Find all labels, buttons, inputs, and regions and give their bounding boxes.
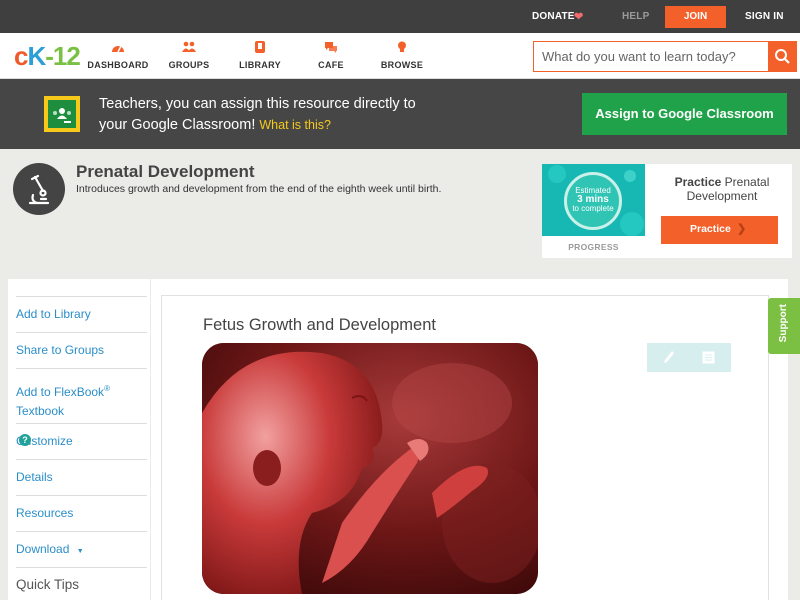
search-box [533, 41, 797, 72]
notes-icon[interactable] [702, 351, 715, 364]
estimate-suffix: to complete [572, 204, 614, 213]
heart-icon: ❤ [574, 11, 584, 23]
menu-label: Customize? [16, 434, 73, 448]
support-tab[interactable]: Support [768, 298, 800, 354]
practice-thumbnail: Estimated 3 mins to complete [542, 164, 645, 236]
download-link[interactable]: Download ▼ [16, 531, 147, 567]
nav-groups[interactable]: GROUPS [157, 41, 221, 70]
what-is-this-link[interactable]: What is this? [259, 118, 331, 132]
nav-cafe[interactable]: CAFE [299, 41, 363, 70]
help-link[interactable]: HELP [622, 11, 649, 22]
estimate-badge: Estimated 3 mins to complete [564, 172, 622, 230]
logo-number: 12 [52, 41, 81, 71]
sign-in-link[interactable]: SIGN IN [745, 11, 784, 22]
flexbook-label: Add to FlexBook [16, 385, 105, 399]
nav-library[interactable]: LIBRARY [228, 41, 292, 70]
assign-to-google-classroom-button[interactable]: Assign to Google Classroom [582, 93, 787, 135]
join-button[interactable]: JOIN [665, 6, 726, 28]
fetus-image [202, 343, 538, 594]
dashboard-icon [112, 45, 124, 53]
banner-line-2: your Google Classroom! [99, 117, 256, 133]
quick-tips-heading[interactable]: Quick Tips [16, 577, 79, 592]
article-panel: Fetus Growth and Development [161, 295, 769, 600]
flexbook-label-2: Textbook [16, 404, 65, 418]
details-link[interactable]: Details [16, 459, 147, 495]
logo-k: K [27, 41, 46, 71]
library-icon [255, 41, 265, 53]
page-description: Introduces growth and development from t… [76, 183, 442, 195]
practice-button-label: Practice [690, 223, 731, 235]
browse-icon [398, 41, 406, 52]
nav-dashboard[interactable]: DASHBOARD [86, 41, 150, 70]
cafe-icon [325, 42, 337, 53]
search-input[interactable] [534, 42, 770, 71]
nav-label: LIBRARY [239, 60, 281, 70]
google-classroom-icon [44, 96, 80, 132]
menu-label: Download ▼ [16, 542, 84, 556]
share-to-groups-link[interactable]: Share to Groups [16, 332, 147, 368]
support-label: Support [778, 304, 789, 343]
logo-dash: - [45, 41, 54, 71]
progress-label: PROGRESS [568, 242, 619, 252]
practice-card: Estimated 3 mins to complete PROGRESS Pr… [542, 164, 792, 258]
nav-label: GROUPS [168, 60, 210, 70]
chevron-right-icon: ❯ [737, 223, 747, 235]
main-nav: cK-12 DASHBOARD GROUPS LIBRARY CAFE BROW… [0, 33, 800, 79]
menu-label: Share to Groups [16, 343, 105, 357]
top-utility-bar: DONATE ❤ HELP JOIN SIGN IN [0, 0, 800, 33]
banner-message: Teachers, you can assign this resource d… [99, 94, 459, 136]
add-to-flexbook-link[interactable]: Add to FlexBook® Textbook [16, 368, 147, 423]
side-menu: Add to Library Share to Groups Add to Fl… [8, 279, 150, 600]
practice-title: Practice Prenatal Development [658, 175, 786, 203]
menu-label: Details [16, 470, 53, 484]
customize-link[interactable]: Customize? [16, 423, 147, 459]
banner-line-1: Teachers, you can assign this resource d… [99, 96, 416, 112]
registered-mark: ® [104, 384, 110, 393]
menu-label: Add to Library [16, 307, 91, 321]
page-title: Prenatal Development [76, 162, 255, 181]
google-classroom-banner: Teachers, you can assign this resource d… [0, 79, 800, 149]
nav-browse[interactable]: BROWSE [370, 41, 434, 70]
practice-button[interactable]: Practice ❯ [661, 216, 778, 244]
article-title: Fetus Growth and Development [203, 316, 436, 334]
nav-label: BROWSE [380, 60, 424, 70]
help-icon[interactable]: ? [19, 434, 31, 446]
download-label: Download [16, 542, 70, 556]
main-content: Fetus Growth and Development [151, 279, 788, 600]
annotation-toolbar [647, 343, 731, 372]
practice-title-bold: Practice [674, 175, 722, 189]
search-button[interactable] [768, 42, 796, 71]
resources-link[interactable]: Resources [16, 495, 147, 531]
logo-c: c [14, 41, 29, 71]
menu-label: Add to FlexBook® Textbook [16, 379, 110, 421]
search-icon [775, 49, 790, 64]
nav-label: CAFE [318, 60, 344, 70]
donate-link[interactable]: DONATE [532, 11, 575, 22]
groups-icon [182, 41, 196, 52]
microscope-icon [13, 163, 65, 215]
pencil-icon[interactable] [663, 350, 675, 364]
nav-label: DASHBOARD [87, 60, 149, 70]
menu-label: Resources [16, 506, 74, 520]
ck12-logo[interactable]: cK-12 [14, 41, 81, 71]
caret-down-icon: ▼ [76, 548, 84, 555]
add-to-library-link[interactable]: Add to Library [16, 296, 147, 332]
